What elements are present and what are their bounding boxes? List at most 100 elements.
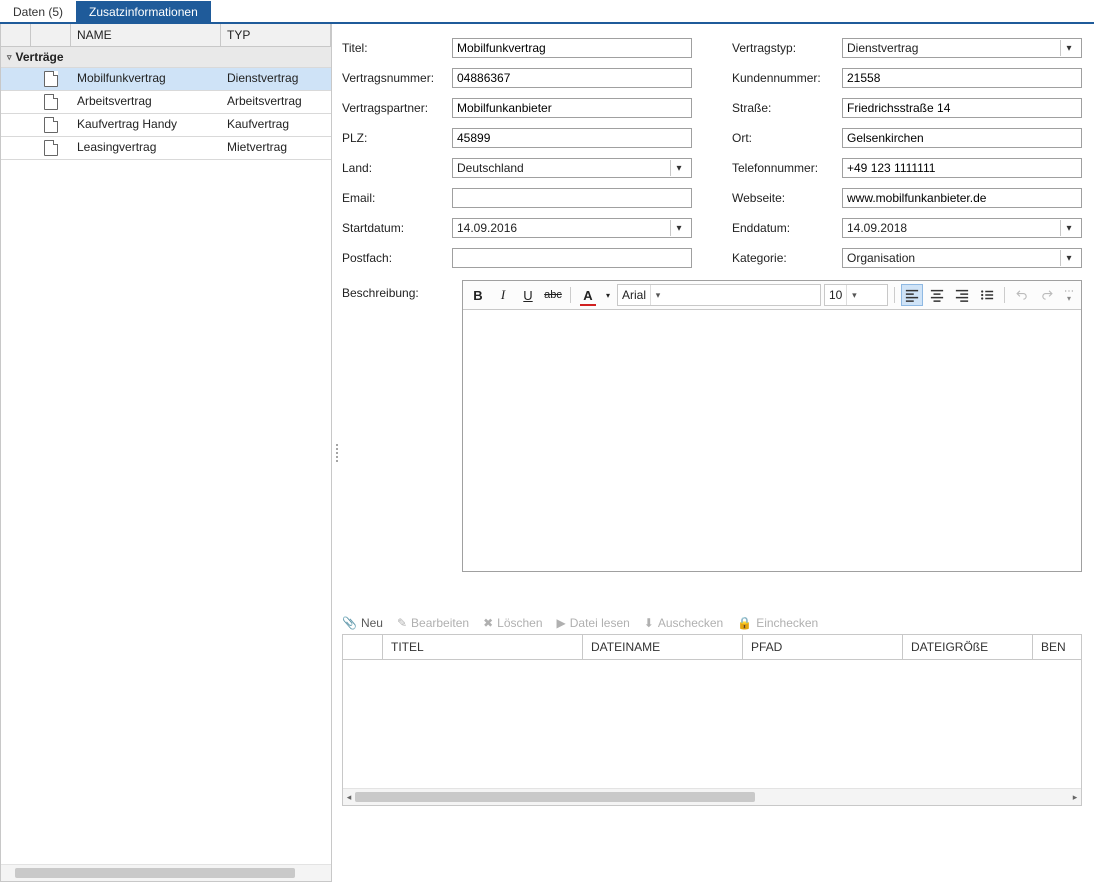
download-icon: ⬇ (644, 616, 654, 630)
group-row-vertraege[interactable]: ▿ Verträge (1, 47, 331, 68)
label-telefon: Telefonnummer: (732, 161, 842, 175)
select-vertragstyp-value: Dienstvertrag (847, 41, 918, 55)
label-vertragstyp: Vertragstyp: (732, 41, 842, 55)
label-ort: Ort: (732, 131, 842, 145)
attach-header-ben[interactable]: BEN (1033, 635, 1081, 659)
tab-zusatzinformationen[interactable]: Zusatzinformationen (76, 1, 211, 22)
font-size-select[interactable]: 10 ▾ (824, 284, 888, 306)
attachments-horizontal-scrollbar[interactable]: ◂ ▸ (343, 788, 1081, 805)
input-titel[interactable] (452, 38, 692, 58)
input-telefon[interactable] (842, 158, 1082, 178)
row-name: Arbeitsvertrag (71, 91, 221, 113)
select-vertragstyp[interactable]: Dienstvertrag ▾ (842, 38, 1082, 58)
contracts-panel: NAME TYP ▿ Verträge MobilfunkvertragDien… (0, 24, 332, 882)
attach-header-dateigroesse[interactable]: DATEIGRÖßE (903, 635, 1033, 659)
align-right-button[interactable] (951, 284, 973, 306)
font-color-dropdown[interactable]: ▾ (602, 284, 614, 306)
redo-button[interactable] (1036, 284, 1058, 306)
checkout-button[interactable]: ⬇ Auschecken (644, 616, 723, 630)
scroll-thumb[interactable] (15, 868, 295, 878)
toolbar-overflow-button[interactable]: ⋯▾ (1061, 284, 1077, 306)
attach-header-dateiname[interactable]: DATEINAME (583, 635, 743, 659)
strikethrough-button[interactable]: abc (542, 284, 564, 306)
input-vertragsnummer[interactable] (452, 68, 692, 88)
input-webseite[interactable] (842, 188, 1082, 208)
pencil-icon: ✎ (397, 616, 407, 630)
row-name: Kaufvertrag Handy (71, 114, 221, 136)
label-titel: Titel: (342, 41, 452, 55)
scroll-track[interactable] (355, 792, 1069, 802)
label-beschreibung: Beschreibung: (342, 280, 452, 572)
details-form: Titel: Vertragstyp: Dienstvertrag ▾ Vert… (342, 38, 1082, 268)
align-center-button[interactable] (926, 284, 948, 306)
toolbar-separator (570, 287, 571, 303)
table-row[interactable]: Kaufvertrag HandyKaufvertrag (1, 114, 331, 137)
row-name: Mobilfunkvertrag (71, 68, 221, 90)
input-plz[interactable] (452, 128, 692, 148)
chevron-down-icon: ▾ (670, 220, 687, 236)
panel-splitter[interactable] (332, 24, 342, 882)
attach-header-icon[interactable] (343, 635, 383, 659)
select-kategorie[interactable]: Organisation ▾ (842, 248, 1082, 268)
read-file-label: Datei lesen (570, 616, 630, 630)
play-icon: ▶ (557, 616, 566, 630)
font-family-value: Arial (622, 288, 646, 302)
undo-button[interactable] (1011, 284, 1033, 306)
attachments-section: 📎 Neu ✎ Bearbeiten ✖ Löschen ▶ Datei les… (342, 612, 1082, 806)
input-email[interactable] (452, 188, 692, 208)
input-ort[interactable] (842, 128, 1082, 148)
input-strasse[interactable] (842, 98, 1082, 118)
header-typ[interactable]: TYP (221, 24, 331, 46)
table-row[interactable]: ArbeitsvertragArbeitsvertrag (1, 91, 331, 114)
header-name[interactable]: NAME (71, 24, 221, 46)
scroll-right-arrow[interactable]: ▸ (1069, 792, 1081, 803)
font-size-value: 10 (829, 288, 842, 302)
row-spacer (1, 114, 31, 136)
label-email: Email: (342, 191, 452, 205)
date-enddatum[interactable]: 14.09.2018 ▾ (842, 218, 1082, 238)
row-typ: Mietvertrag (221, 137, 331, 159)
new-attachment-button[interactable]: 📎 Neu (342, 616, 383, 630)
date-startdatum[interactable]: 14.09.2016 ▾ (452, 218, 692, 238)
edit-attachment-button[interactable]: ✎ Bearbeiten (397, 616, 469, 630)
align-left-button[interactable] (901, 284, 923, 306)
font-color-button[interactable]: A (577, 284, 599, 306)
scroll-thumb[interactable] (355, 792, 755, 802)
input-postfach[interactable] (452, 248, 692, 268)
input-kundennummer[interactable] (842, 68, 1082, 88)
tab-daten[interactable]: Daten (5) (0, 1, 76, 22)
editor-textarea[interactable] (463, 310, 1081, 571)
checkin-button[interactable]: 🔒 Einchecken (737, 616, 818, 630)
bold-button[interactable]: B (467, 284, 489, 306)
bullet-list-button[interactable] (976, 284, 998, 306)
attachments-grid-header: TITEL DATEINAME PFAD DATEIGRÖßE BEN (343, 635, 1081, 660)
delete-label: Löschen (497, 616, 542, 630)
read-file-button[interactable]: ▶ Datei lesen (557, 616, 630, 630)
input-vertragspartner[interactable] (452, 98, 692, 118)
group-label: Verträge (16, 50, 64, 64)
delete-attachment-button[interactable]: ✖ Löschen (483, 616, 542, 630)
label-enddatum: Enddatum: (732, 221, 842, 235)
table-row[interactable]: MobilfunkvertragDienstvertrag (1, 68, 331, 91)
description-section: Beschreibung: B I U abc A ▾ Arial ▾ 10 (342, 280, 1082, 572)
underline-button[interactable]: U (517, 284, 539, 306)
attach-header-titel[interactable]: TITEL (383, 635, 583, 659)
checkout-label: Auschecken (658, 616, 723, 630)
attachments-grid: TITEL DATEINAME PFAD DATEIGRÖßE BEN ◂ ▸ (342, 634, 1082, 806)
toolbar-separator (894, 287, 895, 303)
row-spacer (1, 91, 31, 113)
font-family-select[interactable]: Arial ▾ (617, 284, 821, 306)
label-webseite: Webseite: (732, 191, 842, 205)
scroll-left-arrow[interactable]: ◂ (343, 792, 355, 803)
contracts-grid-header: NAME TYP (1, 24, 331, 47)
table-row[interactable]: LeasingvertragMietvertrag (1, 137, 331, 160)
header-spacer-1 (1, 24, 31, 46)
select-land[interactable]: Deutschland ▾ (452, 158, 692, 178)
date-startdatum-value: 14.09.2016 (457, 221, 517, 235)
attach-header-pfad[interactable]: PFAD (743, 635, 903, 659)
rich-text-editor: B I U abc A ▾ Arial ▾ 10 ▾ (462, 280, 1082, 572)
chevron-down-icon: ▾ (1060, 250, 1077, 266)
date-enddatum-value: 14.09.2018 (847, 221, 907, 235)
italic-button[interactable]: I (492, 284, 514, 306)
contracts-horizontal-scrollbar[interactable] (1, 864, 331, 881)
